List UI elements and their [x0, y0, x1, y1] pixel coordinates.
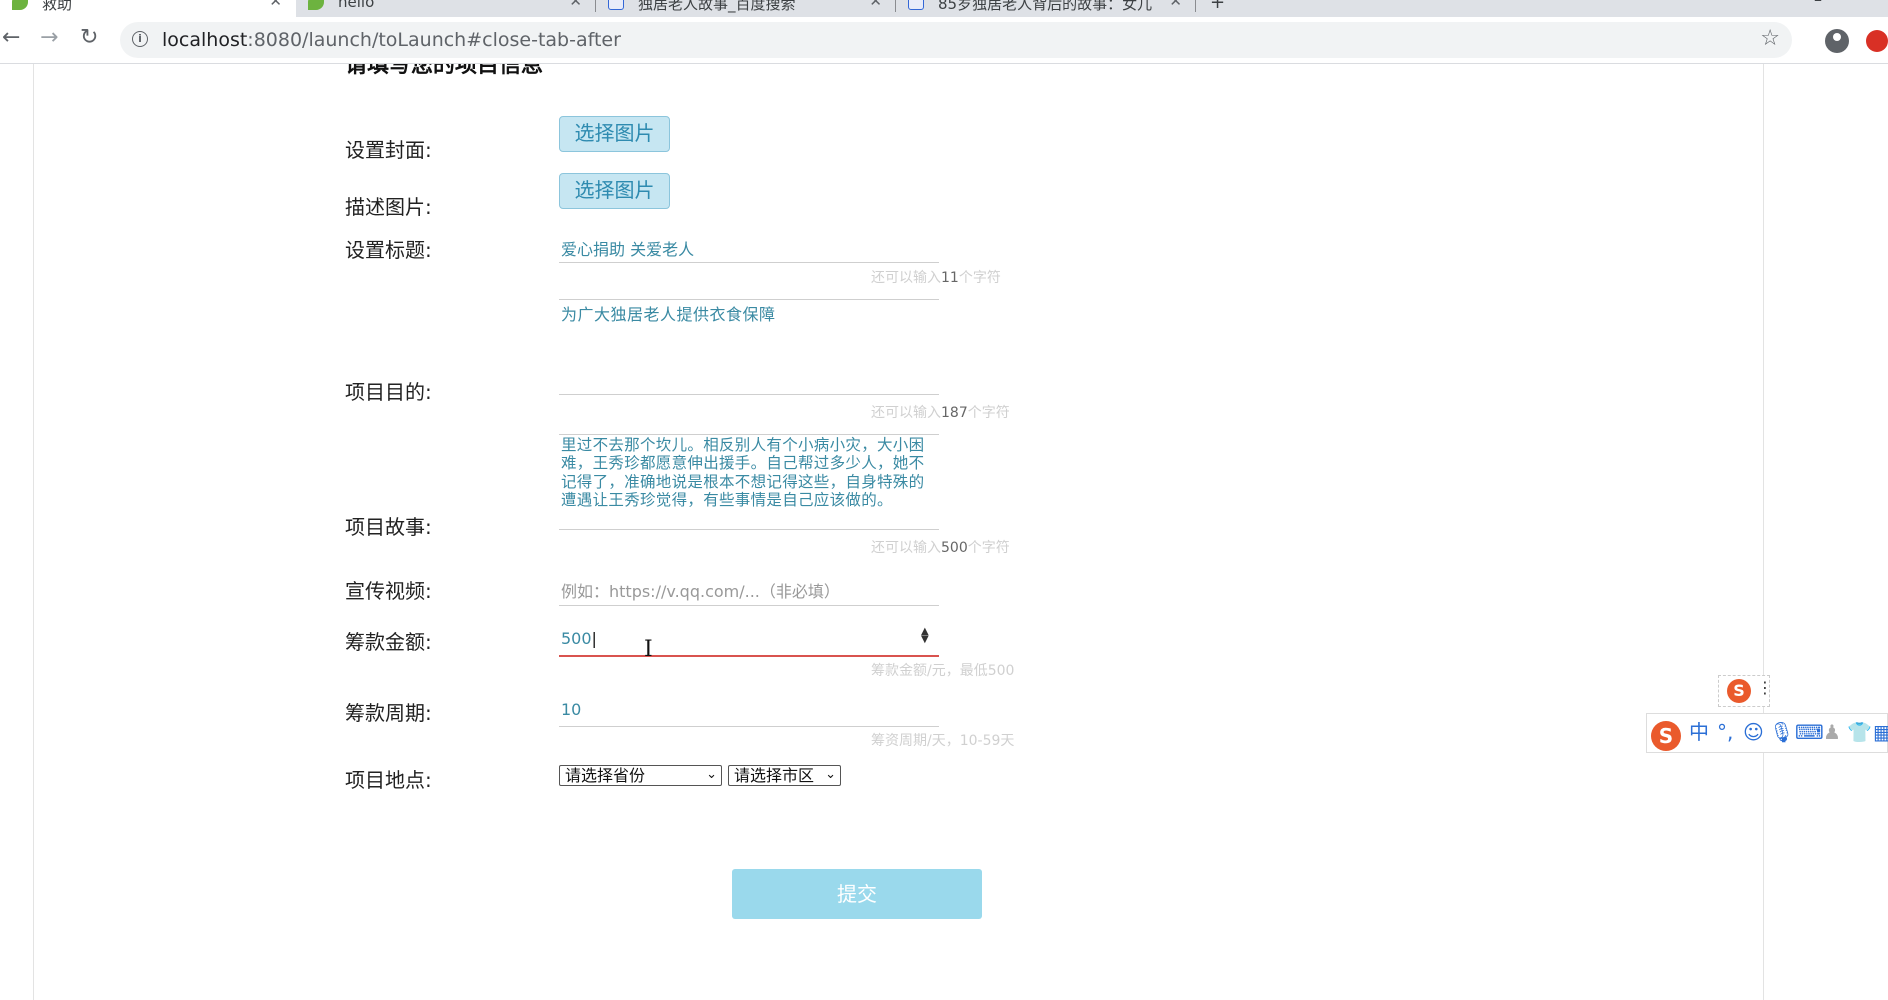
- tab-title: hello: [338, 0, 375, 11]
- info-icon[interactable]: i: [132, 31, 148, 47]
- keyboard-icon[interactable]: ⌨: [1795, 720, 1824, 744]
- description-images-label: 描述图片:: [345, 195, 432, 219]
- purpose-textarea-top-border: [559, 299, 939, 300]
- story-label: 项目故事:: [345, 515, 432, 539]
- title-input-underline: [559, 262, 939, 263]
- purpose-label: 项目目的:: [345, 380, 432, 404]
- content-border-right: [1763, 64, 1764, 1000]
- browser-toolbar: ← → ↻ i localhost:8080/launch/toLaunch#c…: [0, 17, 1888, 64]
- amount-hint: 筹款金额/元，最低500: [871, 663, 1015, 679]
- city-select[interactable]: 请选择市区 ⌄: [728, 765, 841, 786]
- choose-cover-image-button[interactable]: 选择图片: [559, 116, 670, 152]
- choose-description-images-button[interactable]: 选择图片: [559, 173, 670, 209]
- star-icon[interactable]: ☆: [1760, 26, 1780, 51]
- period-input[interactable]: 10: [561, 700, 581, 719]
- text-cursor-icon: I: [644, 637, 653, 662]
- tab-strip: 救助 ✕ hello ✕ 独居老人故事_百度搜索 ✕ 85岁独居老人背后的故事：…: [0, 0, 1888, 17]
- video-input-underline: [559, 605, 939, 606]
- address-bar[interactable]: i localhost:8080/launch/toLaunch#close-t…: [120, 22, 1792, 58]
- chevron-down-icon: ⌄: [706, 767, 717, 782]
- location-label: 项目地点:: [345, 768, 432, 792]
- close-icon[interactable]: ✕: [1169, 0, 1182, 10]
- reload-icon[interactable]: ↻: [80, 27, 98, 49]
- province-select[interactable]: 请选择省份 ⌄: [559, 765, 722, 786]
- shirt-icon[interactable]: 👕: [1847, 720, 1872, 744]
- paw-icon: [908, 0, 924, 10]
- grid-icon[interactable]: ▦: [1873, 720, 1888, 744]
- submit-button[interactable]: 提交: [732, 869, 982, 919]
- more-vertical-icon[interactable]: ⋮: [1757, 678, 1773, 697]
- close-icon[interactable]: ✕: [269, 0, 282, 10]
- leaf-icon: [12, 0, 28, 10]
- user-icon[interactable]: ♟: [1823, 720, 1841, 744]
- amount-input[interactable]: 500|: [561, 629, 597, 648]
- video-label: 宣传视频:: [345, 579, 432, 603]
- story-char-hint: 还可以输入500个字符: [871, 540, 1010, 556]
- amount-input-error-underline: [559, 655, 939, 657]
- back-arrow-icon[interactable]: ←: [2, 27, 20, 49]
- close-icon[interactable]: ✕: [869, 0, 882, 10]
- section-title: 请填写您的项目信息: [345, 64, 544, 78]
- tab-story-article[interactable]: 85岁独居老人背后的故事：女儿 ✕: [896, 0, 1196, 17]
- period-hint: 筹资周期/天，10-59天: [871, 733, 1015, 749]
- story-textarea-bottom-border: [559, 529, 939, 530]
- ime-collapsed-toolbar[interactable]: S ⋮: [1718, 675, 1773, 707]
- url-text: localhost:8080/launch/toLaunch#close-tab…: [162, 29, 621, 51]
- sogou-logo-icon[interactable]: S: [1651, 721, 1681, 751]
- minimize-icon[interactable]: –: [1814, 0, 1822, 9]
- profile-icon[interactable]: [1825, 29, 1849, 53]
- paw-icon: [608, 0, 624, 10]
- title-label: 设置标题:: [345, 238, 432, 262]
- emoji-icon[interactable]: ☺: [1743, 720, 1764, 744]
- ime-mode-toggle[interactable]: 中: [1689, 720, 1709, 744]
- ime-punctuation-toggle[interactable]: °,: [1717, 720, 1733, 744]
- number-spinner-icon[interactable]: ▲ ▼: [921, 627, 929, 645]
- tab-title: 独居老人故事_百度搜索: [638, 0, 796, 13]
- ime-toolbar: S 中 °, ☺ 🎙 ⌨ ♟ 👕 ▦: [1646, 713, 1888, 753]
- tab-rescue[interactable]: 救助 ✕: [0, 0, 296, 17]
- story-textarea-top-border: [559, 434, 939, 435]
- title-char-hint: 还可以输入11个字符: [871, 270, 1001, 286]
- extension-icon[interactable]: [1866, 30, 1888, 52]
- tab-baidu-search[interactable]: 独居老人故事_百度搜索 ✕: [596, 0, 896, 17]
- cover-label: 设置封面:: [345, 138, 432, 162]
- period-input-underline: [559, 726, 939, 727]
- forward-arrow-icon[interactable]: →: [40, 27, 58, 49]
- title-input[interactable]: 爱心捐助 关爱老人: [561, 236, 694, 260]
- new-tab-icon[interactable]: +: [1210, 0, 1225, 13]
- purpose-textarea-bottom-border: [559, 394, 939, 395]
- purpose-char-hint: 还可以输入187个字符: [871, 405, 1010, 421]
- chevron-down-icon: ⌄: [825, 767, 836, 782]
- close-icon[interactable]: ✕: [569, 0, 582, 10]
- period-label: 筹款周期:: [345, 701, 432, 725]
- video-url-input[interactable]: 例如：https://v.qq.com/...（非必填）: [561, 578, 840, 602]
- sogou-logo-icon[interactable]: S: [1727, 679, 1751, 703]
- amount-label: 筹款金额:: [345, 630, 432, 654]
- tab-hello[interactable]: hello ✕: [296, 0, 596, 17]
- mic-icon[interactable]: 🎙: [1769, 720, 1794, 744]
- tab-title: 救助: [42, 0, 73, 13]
- story-textarea[interactable]: 里过不去那个坎儿。相反别人有个小病小灾，大小困难，王秀珍都愿意伸出援手。自己帮过…: [561, 436, 933, 510]
- page-viewport: 请填写您的项目信息 设置封面: 选择图片 描述图片: 选择图片 设置标题: 爱心…: [0, 64, 1888, 1000]
- purpose-textarea[interactable]: 为广大独居老人提供衣食保障: [561, 301, 776, 325]
- tab-title: 85岁独居老人背后的故事：女儿: [938, 0, 1153, 13]
- leaf-icon: [308, 0, 324, 10]
- content-border-left: [33, 64, 34, 1000]
